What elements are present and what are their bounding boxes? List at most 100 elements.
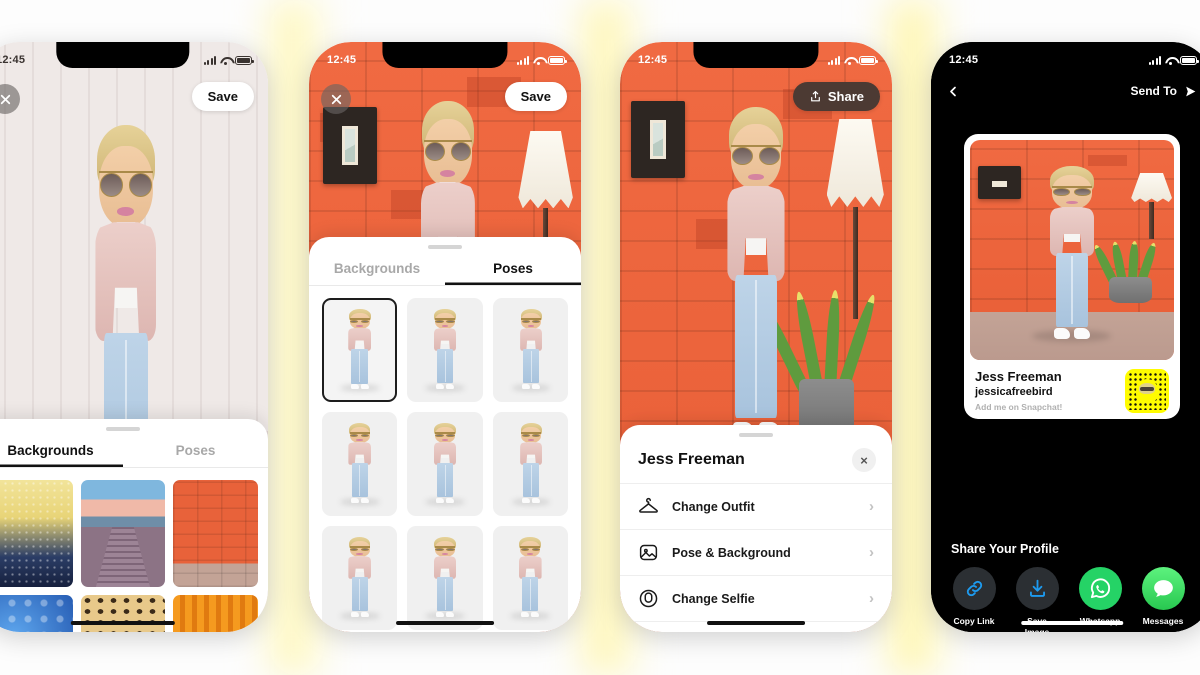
close-button[interactable] — [321, 84, 351, 114]
wall-picture-frame — [630, 101, 686, 178]
share-button-label: Share — [827, 89, 864, 104]
whatsapp-icon — [1090, 578, 1110, 599]
share-option-label: Messages — [1142, 616, 1184, 626]
wall-picture-frame — [978, 166, 1021, 200]
signal-icon — [827, 55, 840, 65]
profile-display-name: Jess Freeman — [975, 369, 1062, 384]
share-option-copy-link[interactable]: Copy Link — [949, 567, 999, 627]
status-time: 12:45 — [327, 54, 357, 66]
home-indicator — [396, 620, 494, 625]
poses-sheet: Backgrounds Poses — [309, 237, 581, 632]
menu-item-label: Change Outfit — [672, 499, 755, 514]
background-thumb-string-lights[interactable] — [0, 480, 73, 587]
profile-name: Jess Freeman — [638, 451, 745, 468]
home-indicator — [70, 620, 176, 625]
close-icon: × — [860, 452, 868, 468]
pose-cell-arms-crossed-side[interactable] — [492, 298, 568, 402]
pose-cell-walking[interactable] — [492, 412, 568, 516]
notch — [1007, 42, 1137, 68]
menu-item-change-selfie[interactable]: Change Selfie › — [620, 575, 892, 621]
close-icon — [331, 94, 341, 104]
share-section-title: Share Your Profile — [951, 542, 1059, 556]
sheet-header: Jess Freeman × — [620, 437, 892, 483]
battery-icon — [235, 55, 254, 65]
chevron-right-icon: › — [869, 498, 874, 515]
chevron-right-icon: › — [869, 590, 874, 607]
tab-poses[interactable]: Poses — [445, 249, 581, 285]
save-button[interactable]: Save — [191, 82, 254, 111]
background-thumb-orange-curtain[interactable] — [173, 595, 258, 632]
notch — [382, 42, 508, 68]
background-thumb-leopard-print[interactable] — [80, 595, 166, 632]
status-time: 12:45 — [638, 54, 668, 66]
wall-picture-frame — [322, 106, 377, 184]
phone-1-backgrounds: 12:45 Save Backgrounds Poses — [0, 42, 268, 632]
tab-backgrounds[interactable]: Backgrounds — [0, 431, 123, 467]
poses-grid — [309, 286, 581, 632]
share-option-label: Copy Link — [953, 616, 995, 626]
home-indicator — [1021, 620, 1123, 625]
background-thumb-blue-bokeh[interactable] — [0, 595, 73, 632]
messages-icon — [1153, 580, 1173, 597]
back-icon[interactable] — [947, 82, 959, 101]
share-nav-bar: Send To — [931, 76, 1200, 106]
chevron-right-icon: › — [869, 544, 874, 561]
pose-cell-pointing[interactable] — [322, 298, 398, 402]
share-option-messages[interactable]: Messages — [1138, 567, 1188, 627]
send-arrow-icon — [1186, 86, 1196, 96]
status-time: 12:45 — [949, 54, 979, 66]
wifi-icon — [220, 56, 231, 65]
profile-card-scene — [970, 140, 1174, 360]
notch — [56, 42, 190, 68]
wifi-icon — [1165, 56, 1176, 65]
selfie-icon — [639, 589, 658, 608]
profile-menu-sheet: Jess Freeman × Change Outfit › Pose & Ba… — [620, 425, 892, 632]
close-sheet-button[interactable]: × — [852, 448, 876, 472]
wifi-icon — [533, 56, 544, 65]
pose-cell-hands-together[interactable] — [407, 412, 483, 516]
link-icon — [966, 580, 982, 597]
pose-cell-shrug[interactable] — [407, 298, 483, 402]
phone-4-share: 12:45 Send To Jess Freeman jessicafreebi… — [931, 42, 1200, 632]
menu-item-pose-background[interactable]: Pose & Background › — [620, 529, 892, 575]
floor-lamp — [1131, 173, 1172, 239]
pose-cell-salute[interactable] — [322, 412, 398, 516]
sheet-tabs: Backgrounds Poses — [0, 431, 268, 468]
pose-cell-hands-chin[interactable] — [322, 526, 398, 630]
phone-3-profile-menu: 12:45 Share Jess Freeman × Change Outfit… — [620, 42, 892, 632]
profile-username: jessicafreebird — [975, 386, 1053, 399]
notch — [693, 42, 819, 68]
profile-tagline: Add me on Snapchat! — [975, 401, 1063, 412]
battery-icon — [1180, 55, 1199, 65]
home-indicator — [707, 620, 805, 625]
snapcode-icon[interactable] — [1125, 369, 1169, 414]
background-thumb-wooden-pier-sunset[interactable] — [80, 480, 166, 587]
phone-2-poses: 12:45 Save Backgrounds Poses — [309, 42, 581, 632]
battery-icon — [548, 55, 567, 65]
signal-icon — [516, 55, 529, 65]
background-thumb-brick-room[interactable] — [173, 480, 258, 587]
tab-poses[interactable]: Poses — [123, 431, 268, 467]
pose-cell-arms-crossed[interactable] — [492, 526, 568, 630]
battery-icon — [859, 55, 878, 65]
backgrounds-sheet: Backgrounds Poses — [0, 419, 268, 632]
download-icon — [1029, 579, 1045, 597]
image-icon — [639, 544, 658, 561]
send-to-label: Send To — [1130, 84, 1177, 98]
hanger-icon — [639, 497, 658, 513]
avatar-bitmoji-pointing — [699, 106, 813, 450]
save-button[interactable]: Save — [504, 82, 567, 111]
pose-cell-thinking[interactable] — [407, 526, 483, 630]
menu-item-change-outfit[interactable]: Change Outfit › — [620, 483, 892, 529]
profile-card[interactable]: Jess Freeman jessicafreebird Add me on S… — [964, 134, 1180, 419]
share-button[interactable]: Share — [792, 82, 880, 111]
tab-backgrounds[interactable]: Backgrounds — [309, 249, 445, 285]
signal-icon — [203, 55, 216, 65]
close-icon — [0, 94, 10, 104]
status-time: 12:45 — [0, 54, 26, 66]
share-option-whatsapp[interactable]: Whatsapp — [1075, 567, 1125, 627]
sheet-tabs: Backgrounds Poses — [309, 249, 581, 286]
send-to-button[interactable]: Send To — [1131, 84, 1197, 98]
avatar-bitmoji-pointing — [1027, 166, 1117, 343]
profile-card-info: Jess Freeman jessicafreebird Add me on S… — [964, 360, 1180, 419]
